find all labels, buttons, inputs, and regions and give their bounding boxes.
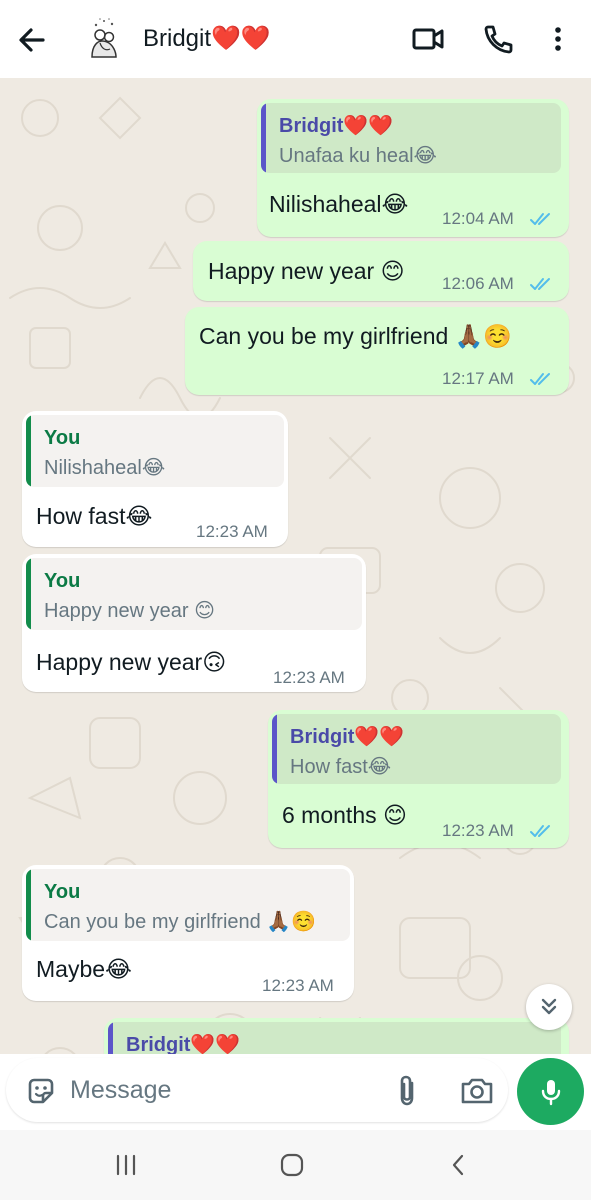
quote-text: Happy new year 😊 bbox=[44, 600, 215, 622]
recent-apps-button[interactable] bbox=[106, 1150, 146, 1180]
quote-bar bbox=[272, 714, 277, 784]
message-bubble-outgoing[interactable]: Bridgit❤️❤️ How fast😂 6 months 😊 12:23 A… bbox=[268, 710, 569, 848]
message-input[interactable] bbox=[70, 1072, 370, 1108]
quote-text: Nilishaheal😂 bbox=[44, 457, 166, 479]
microphone-icon bbox=[541, 1079, 560, 1105]
chat-area[interactable]: Bridgit❤️❤️ Unafaa ku heal😂 Nilishaheal😂… bbox=[0, 78, 591, 1054]
quote-author: You bbox=[44, 570, 81, 592]
quoted-message[interactable]: Bridgit❤️❤️ How fast😂 bbox=[272, 714, 561, 784]
camera-icon bbox=[461, 1078, 493, 1104]
quoted-message[interactable]: You Nilishaheal😂 bbox=[26, 415, 284, 487]
double-chevron-down-icon bbox=[541, 998, 557, 1015]
quote-author: You bbox=[44, 881, 81, 903]
message-text: Can you be my girlfriend 🙏🏾☺️ bbox=[199, 323, 512, 349]
sticker-icon bbox=[28, 1078, 54, 1104]
back-nav-button[interactable] bbox=[438, 1150, 478, 1180]
recent-apps-icon bbox=[116, 1154, 136, 1176]
voice-call-button[interactable] bbox=[480, 21, 516, 57]
arrow-left-icon bbox=[19, 28, 45, 52]
camera-button[interactable] bbox=[458, 1073, 496, 1109]
quoted-message[interactable]: Bridgit❤️❤️ Unafaa ku heal😂 bbox=[261, 103, 561, 173]
chat-header: Bridgit❤️❤️ bbox=[0, 0, 591, 78]
message-bubble-outgoing[interactable]: Bridgit❤️❤️ Unafaa ku heal😂 Nilishaheal😂… bbox=[257, 99, 569, 237]
message-bubble-incoming[interactable]: You Can you be my girlfriend 🙏🏾☺️ Maybe😂… bbox=[22, 865, 354, 1001]
quote-text: Unafaa ku heal😂 bbox=[279, 145, 437, 167]
quote-author: Bridgit❤️❤️ bbox=[290, 726, 405, 748]
video-camera-icon bbox=[412, 28, 444, 50]
read-ticks-icon bbox=[530, 278, 550, 290]
message-input-container[interactable] bbox=[6, 1058, 508, 1122]
message-composer bbox=[0, 1054, 591, 1130]
phone-icon bbox=[484, 25, 513, 54]
message-time: 12:23 AM bbox=[273, 668, 345, 687]
read-ticks-icon bbox=[530, 373, 550, 385]
home-button[interactable] bbox=[272, 1150, 312, 1180]
message-bubble-incoming[interactable]: You Happy new year 😊 Happy new year🙃 12:… bbox=[22, 554, 366, 692]
message-text: Happy new year🙃 bbox=[36, 649, 227, 675]
message-text: Nilishaheal😂 bbox=[269, 191, 409, 217]
message-time: 12:23 AM bbox=[262, 976, 334, 995]
home-icon bbox=[280, 1153, 304, 1177]
quote-bar bbox=[26, 558, 31, 630]
paperclip-icon bbox=[400, 1075, 414, 1106]
message-bubble-outgoing[interactable]: Happy new year 😊 12:06 AM bbox=[193, 241, 569, 301]
message-bubble-outgoing[interactable]: Bridgit❤️❤️ bbox=[104, 1018, 569, 1054]
quote-bar bbox=[26, 869, 31, 941]
back-button[interactable] bbox=[14, 22, 50, 58]
quote-text: How fast😂 bbox=[290, 756, 392, 778]
message-text: Happy new year 😊 bbox=[208, 258, 405, 284]
message-time: 12:23 AM bbox=[196, 522, 268, 541]
quoted-message[interactable]: You Happy new year 😊 bbox=[26, 558, 362, 630]
quote-bar bbox=[261, 103, 266, 173]
quote-author: Bridgit❤️❤️ bbox=[126, 1034, 241, 1054]
voice-message-button[interactable] bbox=[517, 1058, 584, 1125]
avatar[interactable] bbox=[78, 13, 130, 65]
message-text: 6 months 😊 bbox=[282, 802, 407, 828]
back-chevron-icon bbox=[452, 1154, 464, 1176]
quote-text: Can you be my girlfriend 🙏🏾☺️ bbox=[44, 911, 317, 933]
message-text: How fast😂 bbox=[36, 503, 153, 529]
video-call-button[interactable] bbox=[410, 21, 446, 57]
contact-name[interactable]: Bridgit❤️❤️ bbox=[143, 22, 271, 56]
attach-button[interactable] bbox=[390, 1073, 424, 1109]
scroll-to-bottom-button[interactable] bbox=[526, 984, 572, 1030]
more-options-button[interactable] bbox=[540, 21, 576, 57]
message-time: 12:23 AM bbox=[442, 821, 514, 840]
more-vertical-icon bbox=[555, 27, 561, 51]
message-bubble-incoming[interactable]: You Nilishaheal😂 How fast😂 12:23 AM bbox=[22, 411, 288, 547]
avatar-illustration bbox=[78, 13, 130, 65]
message-time: 12:17 AM bbox=[442, 369, 514, 388]
message-bubble-outgoing[interactable]: Can you be my girlfriend 🙏🏾☺️ 12:17 AM bbox=[185, 307, 569, 395]
quote-bar bbox=[26, 415, 31, 487]
quote-author: You bbox=[44, 427, 81, 449]
sticker-button[interactable] bbox=[24, 1074, 58, 1108]
message-time: 12:04 AM bbox=[442, 209, 514, 228]
quoted-message[interactable]: You Can you be my girlfriend 🙏🏾☺️ bbox=[26, 869, 350, 941]
system-navigation-bar bbox=[0, 1130, 591, 1200]
quote-bar bbox=[108, 1022, 113, 1054]
quote-author: Bridgit❤️❤️ bbox=[279, 115, 394, 137]
read-ticks-icon bbox=[530, 825, 550, 837]
quoted-message[interactable]: Bridgit❤️❤️ bbox=[108, 1022, 561, 1054]
read-ticks-icon bbox=[530, 213, 550, 225]
message-time: 12:06 AM bbox=[442, 274, 514, 293]
message-text: Maybe😂 bbox=[36, 956, 132, 982]
